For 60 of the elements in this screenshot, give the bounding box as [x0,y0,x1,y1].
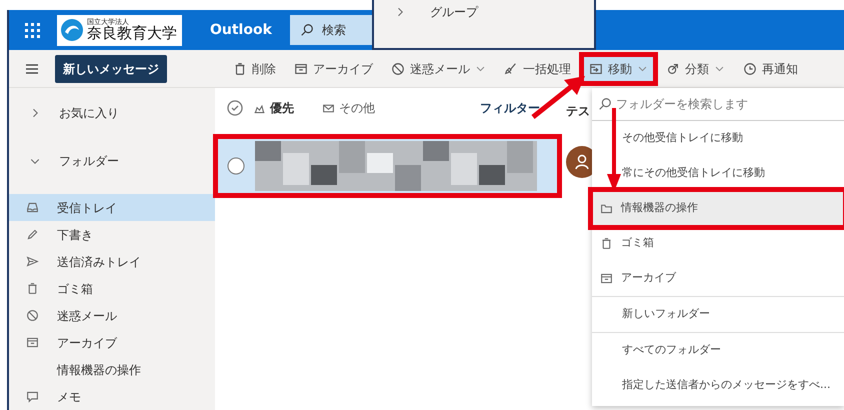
clock-icon [743,62,757,76]
message-item[interactable] [215,136,560,196]
block-icon [26,309,38,322]
pencil-icon [26,228,38,241]
folder-item[interactable]: 迷惑メール [9,302,215,329]
toolbar-button[interactable]: 再通知 [737,56,804,82]
inbox-tray-icon [26,201,38,214]
menu-item[interactable]: 新しいフォルダー [592,297,844,332]
person-icon [574,154,590,170]
folder-item[interactable]: ゴミ箱 [9,275,215,302]
broom-icon [504,62,518,76]
filter-link[interactable]: フィルター [480,99,540,117]
radio-circle[interactable] [227,157,245,175]
menu-item[interactable]: 指定した送信者からのメッセージをすべ... [592,368,844,403]
toolbar-button[interactable]: アーカイブ [288,56,379,82]
archive-box-icon [294,62,308,76]
trash-icon [26,282,38,295]
toolbar-button[interactable]: 削除 [227,56,282,82]
search-icon [598,97,612,111]
note-icon [26,390,38,403]
search-icon [300,23,314,37]
folder-item[interactable]: 情報機器の操作 [9,356,215,383]
toolbar-button[interactable]: 移動 [583,56,654,82]
folder-group-header[interactable]: フォルダー [9,146,215,176]
menu-item[interactable]: 常にその他受信トレイに移動 [592,156,844,191]
check-circle-icon[interactable] [227,100,243,116]
menu-item[interactable]: すべてのフォルダー [592,333,844,368]
toolbar-button[interactable]: 分類 [660,56,731,82]
folder-item[interactable]: 送信済みトレイ [9,248,215,275]
subject-text: テス [566,103,590,120]
send-icon [26,255,38,268]
menu-item[interactable]: 情報機器の操作 [592,191,844,226]
folder-icon [600,202,613,215]
app-name: Outlook [210,20,272,40]
group-item[interactable]: グループ [374,0,594,24]
menu-item[interactable]: アーカイブ [592,261,844,296]
inbox-tab[interactable]: 優先 [253,99,294,117]
archive-box-icon [26,336,38,349]
menu-item[interactable]: ゴミ箱 [592,226,844,261]
folder-item[interactable]: 受信トレイ [9,194,215,221]
folder-search-field[interactable]: フォルダーを検索します [592,88,844,121]
folder-item[interactable]: メモ [9,383,215,410]
app-launcher-icon[interactable] [24,22,40,38]
new-message-button[interactable]: 新しいメッセージ [55,54,167,82]
toolbar-button[interactable]: 一括処理 [498,56,577,82]
menu-item[interactable]: その他受信トレイに移動 [592,121,844,156]
folder-item[interactable]: アーカイブ [9,329,215,356]
trash-icon [233,62,247,76]
archive-box-icon [600,272,613,285]
folder-item[interactable]: 下書き [9,221,215,248]
search-placeholder: フォルダーを検索します [616,96,748,113]
inbox-tab[interactable]: その他 [322,99,375,117]
toolbar-button[interactable]: 迷惑メール [385,56,492,82]
envelope-icon [322,102,335,114]
trash-icon [600,237,613,250]
search-placeholder: 検索 [322,22,346,39]
folder-group-header[interactable]: お気に入り [9,98,215,128]
block-icon [391,62,405,76]
logo-mark-icon [60,18,84,42]
org-name: 奈良教育大学 [87,26,177,41]
